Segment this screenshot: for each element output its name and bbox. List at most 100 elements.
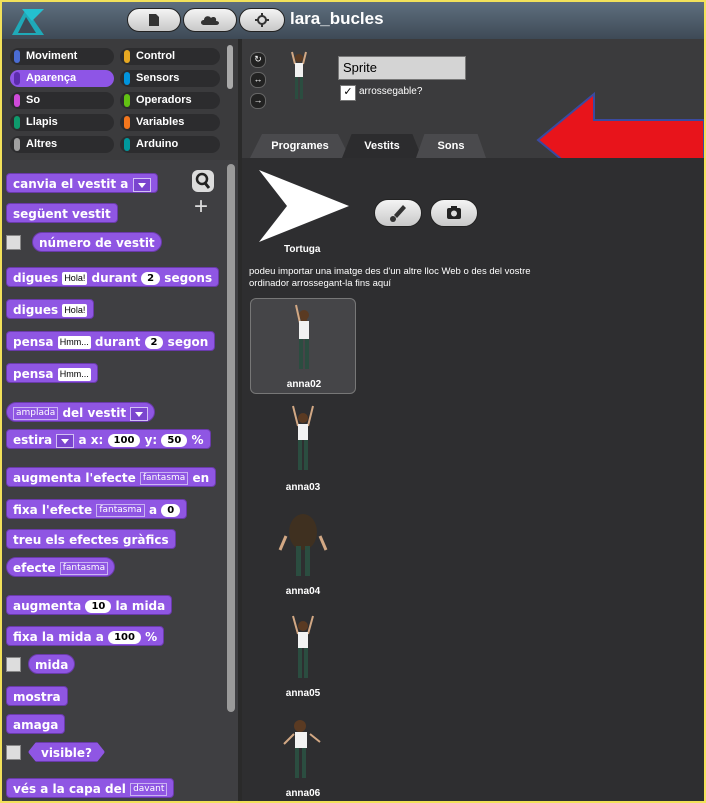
search-blocks-button[interactable]: [192, 170, 214, 192]
turtle-costume-icon[interactable]: [257, 168, 351, 244]
costume-dropdown[interactable]: [132, 177, 151, 192]
category-llapis[interactable]: Llapis: [10, 114, 114, 131]
size-input[interactable]: 100: [108, 631, 141, 644]
block-text: %: [145, 630, 158, 644]
block-think-for[interactable]: pensa Hmm... durant 2 segon: [6, 331, 216, 351]
block-visible-predicate[interactable]: visible?: [28, 742, 105, 762]
block-text: %: [191, 433, 204, 447]
costume-number-checkbox[interactable]: [6, 235, 21, 250]
block-text: a x:: [78, 433, 104, 447]
block-set-size[interactable]: fixa la mida a 100 %: [6, 626, 165, 646]
think-input[interactable]: Hmm...: [57, 368, 91, 381]
layer-dropdown[interactable]: davant: [130, 783, 168, 796]
block-switch-costume[interactable]: canvia el vestit a: [6, 173, 158, 193]
visible-checkbox[interactable]: [6, 745, 21, 760]
block-say-for[interactable]: digues Hola! durant 2 segons: [6, 267, 220, 287]
block-text: durant: [91, 271, 137, 285]
snap-logo-icon[interactable]: [8, 5, 48, 37]
cloud-icon: [201, 16, 219, 25]
block-text: y:: [144, 433, 158, 447]
category-label: Operadors: [136, 94, 192, 106]
tab-sons[interactable]: Sons: [416, 134, 486, 158]
effect-dropdown[interactable]: fantasma: [59, 562, 109, 575]
costume-item[interactable]: anna02: [250, 298, 356, 394]
cloud-menu-button[interactable]: [183, 8, 237, 32]
block-text: a: [148, 503, 158, 517]
costume-item[interactable]: anna06: [250, 710, 356, 801]
category-operadors[interactable]: Operadors: [120, 92, 220, 109]
camera-costume-button[interactable]: [430, 199, 478, 227]
effect-dropdown[interactable]: fantasma: [96, 504, 145, 517]
block-set-effect[interactable]: fixa l'efecte fantasma a 0: [6, 499, 188, 519]
costume-item[interactable]: anna05: [250, 608, 356, 704]
x-input[interactable]: 100: [107, 434, 141, 447]
block-costume-attribute[interactable]: amplada del vestit: [6, 402, 156, 422]
block-stretch[interactable]: estira a x: 100 y: 50 %: [6, 429, 211, 449]
costume-label: anna05: [285, 688, 321, 699]
costume-thumbnail-icon: [292, 615, 314, 678]
block-next-costume[interactable]: següent vestit: [6, 203, 118, 223]
think-input[interactable]: Hmm...: [57, 336, 91, 349]
block-text: segons: [164, 271, 213, 285]
block-hide[interactable]: amaga: [6, 714, 66, 734]
costume-item[interactable]: anna04: [250, 506, 356, 602]
block-think[interactable]: pensa Hmm...: [6, 363, 98, 383]
tab-vestits[interactable]: Vestits: [342, 134, 422, 158]
category-altres[interactable]: Altres: [10, 136, 114, 153]
block-effect-reporter[interactable]: efecte fantasma: [6, 557, 116, 577]
block-go-to-layer[interactable]: vés a la capa del davant: [6, 778, 175, 798]
turtle-costume-label: Tortuga: [284, 244, 321, 255]
seconds-input[interactable]: 2: [144, 336, 164, 349]
category-variables[interactable]: Variables: [120, 114, 220, 131]
category-label: Control: [136, 50, 176, 62]
tab-programes[interactable]: Programes: [250, 134, 350, 158]
block-palette: + canvia el vestit a següent vestit núme…: [2, 160, 238, 801]
category-sensors[interactable]: Sensors: [120, 70, 220, 87]
block-text: vés a la capa del: [13, 782, 126, 796]
say-input[interactable]: Hola!: [62, 304, 88, 317]
size-checkbox[interactable]: [6, 657, 21, 672]
block-clear-effects[interactable]: treu els efectes gràfics: [6, 529, 176, 549]
effect-value-input[interactable]: 0: [161, 504, 181, 517]
block-costume-number[interactable]: número de vestit: [32, 232, 162, 252]
block-text: mostra: [13, 690, 61, 704]
category-scrollbar[interactable]: [227, 45, 233, 89]
category-control[interactable]: Control: [120, 48, 220, 65]
block-text: augmenta: [13, 599, 82, 613]
y-input[interactable]: 50: [161, 434, 188, 447]
attribute-dropdown[interactable]: amplada: [13, 407, 59, 420]
size-change-input[interactable]: 10: [85, 600, 112, 613]
settings-menu-button[interactable]: [239, 8, 285, 32]
block-size-reporter[interactable]: mida: [28, 654, 76, 674]
rotate-none-button[interactable]: →: [250, 93, 266, 109]
file-menu-button[interactable]: [127, 8, 181, 32]
seconds-input[interactable]: 2: [141, 272, 161, 285]
sprite-name-field[interactable]: Sprite: [338, 56, 466, 80]
category-moviment[interactable]: Moviment: [10, 48, 114, 65]
block-show[interactable]: mostra: [6, 686, 68, 706]
costume-dropdown[interactable]: [56, 433, 75, 448]
add-block-icon[interactable]: +: [194, 195, 208, 219]
block-change-size[interactable]: augmenta 10 la mida: [6, 595, 173, 615]
effect-dropdown[interactable]: fantasma: [139, 472, 189, 485]
category-aparenca[interactable]: Aparença: [10, 70, 114, 87]
costume-item[interactable]: anna03: [250, 400, 356, 496]
rotate-left-right-button[interactable]: ↔: [250, 72, 266, 88]
category-so[interactable]: So: [10, 92, 114, 109]
say-input[interactable]: Hola!: [62, 272, 88, 285]
palette-scrollbar[interactable]: [227, 164, 235, 712]
rotate-any-direction-button[interactable]: ↻: [250, 52, 266, 68]
gear-icon: [255, 13, 269, 27]
block-text: pensa: [13, 367, 54, 381]
costume-thumbnail-icon: [278, 514, 328, 576]
block-change-effect[interactable]: augmenta l'efecte fantasma en: [6, 467, 217, 487]
category-arduino[interactable]: Arduino: [120, 136, 220, 153]
block-text: la mida: [115, 599, 166, 613]
paint-new-costume-button[interactable]: [374, 199, 422, 227]
block-text: segon: [167, 335, 209, 349]
block-text: fixa la mida a: [13, 630, 104, 644]
draggable-checkbox[interactable]: ✓: [340, 85, 356, 101]
costume-dropdown[interactable]: [130, 406, 149, 421]
snap-window: lara_bucles Moviment Control Aparença Se…: [2, 2, 704, 801]
block-say[interactable]: digues Hola!: [6, 299, 95, 319]
